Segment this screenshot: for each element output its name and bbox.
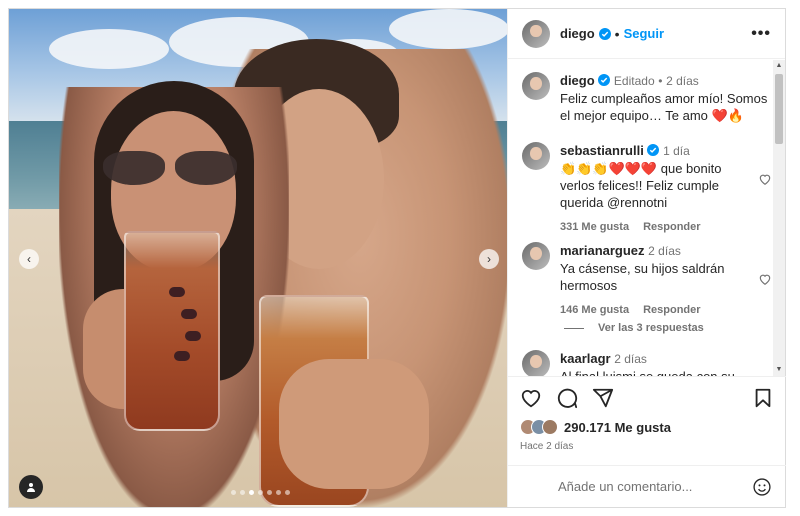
comment-time: 2 días bbox=[614, 352, 647, 366]
tagged-users-button[interactable] bbox=[19, 475, 43, 499]
caption-time: 2 días bbox=[666, 74, 699, 88]
view-replies-button[interactable]: Ver las 3 respuestas bbox=[564, 322, 704, 334]
post-time: Hace 2 días bbox=[520, 441, 574, 452]
comment-item: marianarguez 2 días Ya cásense, su hijos… bbox=[522, 242, 772, 319]
comment-text: Ya cásense, su hijos saldrán hermosos bbox=[560, 261, 725, 293]
comment-likes[interactable]: 146 Me gusta bbox=[560, 302, 629, 319]
like-comment-icon[interactable] bbox=[758, 272, 772, 286]
post-photo[interactable]: ‹ › bbox=[9, 9, 507, 507]
emoji-icon[interactable] bbox=[752, 477, 772, 497]
comment-composer[interactable]: Añade un comentario... bbox=[508, 465, 786, 507]
comment-icon[interactable] bbox=[556, 387, 578, 409]
carousel-dots bbox=[231, 490, 290, 495]
comment-text: 👏👏👏❤️❤️❤️ que bonito verlos felices!! Fe… bbox=[560, 161, 722, 210]
user-icon bbox=[27, 483, 35, 492]
avatar[interactable] bbox=[522, 142, 550, 170]
next-photo-button[interactable]: › bbox=[479, 249, 499, 269]
share-icon[interactable] bbox=[592, 387, 614, 409]
verified-icon bbox=[598, 74, 611, 86]
reply-button[interactable]: Responder bbox=[643, 302, 700, 319]
follow-button[interactable]: Seguir bbox=[624, 26, 664, 41]
post-header: diego • Seguir ••• bbox=[508, 9, 785, 59]
verified-icon bbox=[598, 27, 611, 40]
reply-button[interactable]: Responder bbox=[643, 219, 700, 236]
avatar[interactable] bbox=[522, 350, 550, 376]
author-username[interactable]: diego bbox=[560, 26, 595, 41]
comment-time: 1 día bbox=[663, 144, 690, 158]
comments-scrollbar[interactable]: ▲ ▼ bbox=[773, 60, 785, 376]
comment-likes[interactable]: 331 Me gusta bbox=[560, 219, 629, 236]
comment-item: sebastianrulli 1 día 👏👏👏❤️❤️❤️ que bonit… bbox=[522, 142, 772, 236]
comment-time: 2 días bbox=[648, 244, 681, 258]
caption-username[interactable]: diego bbox=[560, 73, 595, 88]
post-actions: 290.171 Me gusta Hace 2 días bbox=[508, 376, 786, 452]
comment-item: kaarlagr 2 días Al final luismi se queda… bbox=[522, 350, 772, 376]
like-icon[interactable] bbox=[520, 387, 542, 409]
avatar[interactable] bbox=[522, 19, 550, 48]
more-options-button[interactable]: ••• bbox=[751, 25, 771, 43]
like-comment-icon[interactable] bbox=[758, 172, 772, 186]
comment-input[interactable]: Añade un comentario... bbox=[558, 479, 692, 494]
verified-icon bbox=[647, 144, 660, 156]
post-sidebar: diego • Seguir ••• diego Editado • 2 día… bbox=[507, 9, 786, 507]
caption-edited: Editado bbox=[613, 74, 655, 88]
likes-count[interactable]: 290.171 Me gusta bbox=[564, 420, 671, 435]
comment-username[interactable]: marianarguez bbox=[560, 243, 645, 258]
comment-username[interactable]: kaarlagr bbox=[560, 351, 611, 366]
save-icon[interactable] bbox=[752, 387, 774, 409]
caption: diego Editado • 2 días Feliz cumpleaños … bbox=[522, 72, 772, 124]
avatar[interactable] bbox=[522, 72, 550, 100]
avatar[interactable] bbox=[522, 242, 550, 270]
comment-username[interactable]: sebastianrulli bbox=[560, 143, 644, 158]
comments-list[interactable]: diego Editado • 2 días Feliz cumpleaños … bbox=[508, 60, 786, 376]
prev-photo-button[interactable]: ‹ bbox=[19, 249, 39, 269]
comment-text: Al final luismi se queda con su bbox=[560, 368, 750, 376]
caption-text: Feliz cumpleaños amor mío! Somos el mejo… bbox=[560, 91, 768, 123]
likers-avatars[interactable] bbox=[520, 419, 558, 435]
drink-glass bbox=[124, 231, 220, 431]
post-modal: ‹ › diego • Seguir ••• diego Editado • 2… bbox=[8, 8, 786, 508]
